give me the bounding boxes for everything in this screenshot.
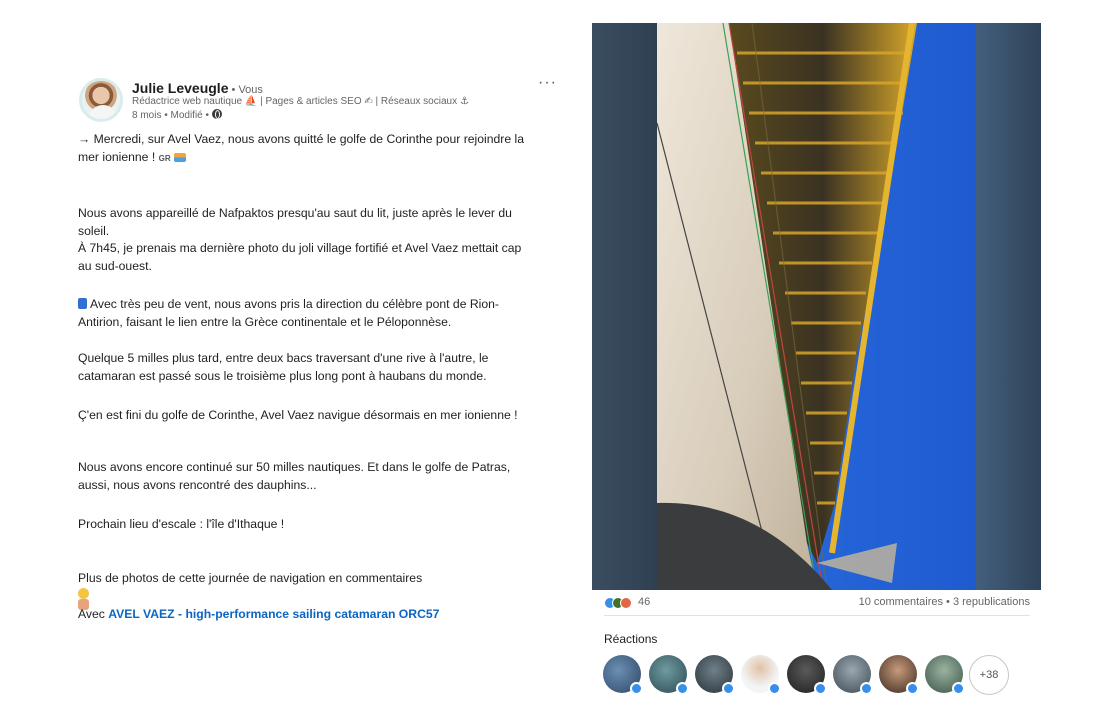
author-name[interactable]: Julie Leveugle: [132, 80, 228, 96]
reaction-count[interactable]: 46: [638, 596, 650, 608]
paragraph-8: Plus de photos de cette journée de navig…: [78, 570, 556, 610]
image-blur-left: [592, 23, 657, 590]
like-badge-icon: [676, 682, 689, 695]
reactor-avatar[interactable]: [741, 655, 781, 695]
bridge-photo: [657, 23, 976, 590]
reactions-title: Réactions: [604, 632, 658, 646]
divider: [604, 615, 1030, 616]
paragraph-line: catamaran est passé sous le troisième pl…: [78, 368, 487, 383]
globe-icon: [211, 109, 222, 119]
paragraph-4: Quelque 5 milles plus tard, entre deux b…: [78, 350, 556, 385]
paragraph-line: Quelque 5 milles plus tard, entre deux b…: [78, 351, 489, 365]
paragraph-line: Avec très peu de vent, nous avons pris l…: [78, 296, 556, 314]
more-icon[interactable]: ···: [538, 74, 557, 92]
reactor-avatar[interactable]: [695, 655, 735, 695]
reactor-avatar[interactable]: [603, 655, 643, 695]
paragraph-line: mer ionienne ! GR: [78, 149, 556, 168]
author-headline: Rédactrice web nautique ⛵ | Pages & arti…: [132, 96, 469, 107]
paragraph-line: Nous avons appareillé de Nafpaktos presq…: [78, 206, 512, 220]
reactor-avatar[interactable]: [833, 655, 873, 695]
reaction-icons[interactable]: [604, 597, 638, 609]
paragraph-7: Prochain lieu d'escale : l'île d'Ithaque…: [78, 516, 556, 534]
author-avatar[interactable]: [79, 78, 123, 122]
paragraph-text: mer ionienne !: [78, 149, 156, 164]
more-reactors-button[interactable]: +38: [969, 655, 1009, 695]
paragraph-5: Ç'en est fini du golfe de Corinthe, Avel…: [78, 407, 556, 425]
bridge-illustration: [657, 23, 976, 590]
paragraph-text: Avec: [78, 607, 109, 621]
like-badge-icon: [768, 682, 781, 695]
sailboat-icon: [174, 152, 187, 162]
paragraph-line: aussi, nous avons rencontré des dauphins…: [78, 477, 317, 492]
like-badge-icon: [814, 682, 827, 695]
like-badge-icon: [722, 682, 735, 695]
paragraph-line: Antirion, faisant le lien entre la Grèce…: [78, 314, 452, 329]
flag-icon: [78, 298, 87, 309]
like-badge-icon: [630, 682, 643, 695]
paragraph-3: Avec très peu de vent, nous avons pris l…: [78, 296, 556, 331]
post: Julie Leveugle • Vous Rédactrice web nau…: [78, 74, 558, 621]
company-mention-link[interactable]: AVEL VAEZ - high-performance sailing cat…: [108, 607, 439, 621]
post-image[interactable]: [592, 23, 1041, 590]
reactor-avatar[interactable]: [649, 655, 689, 695]
like-badge-icon: [860, 682, 873, 695]
reactor-avatar[interactable]: [787, 655, 827, 695]
author-badge: • Vous: [228, 84, 263, 96]
paragraph-line: → Mercredi, sur Avel Vaez, nous avons qu…: [78, 132, 524, 146]
like-badge-icon: [906, 682, 919, 695]
post-header: Julie Leveugle • Vous Rédactrice web nau…: [78, 74, 558, 126]
paragraph-line: Plus de photos de cette journée de navig…: [78, 570, 556, 610]
image-blur-right: [976, 23, 1041, 590]
paragraph-line: À 7h45, je prenais ma dernière photo du …: [78, 241, 522, 255]
reactor-avatar[interactable]: [925, 655, 965, 695]
paragraph-line: Prochain lieu d'escale : l'île d'Ithaque…: [78, 517, 285, 531]
paragraph-line: soleil.: [78, 223, 110, 238]
paragraph-2: Nous avons appareillé de Nafpaktos presq…: [78, 205, 556, 275]
paragraph-line: Avec AVEL VAEZ - high-performance sailin…: [78, 606, 556, 624]
like-badge-icon: [952, 682, 965, 695]
support-reaction-icon: [620, 597, 632, 609]
paragraph-1: → Mercredi, sur Avel Vaez, nous avons qu…: [78, 131, 556, 167]
flag-tag: GR: [158, 153, 171, 163]
smile-icon: [78, 587, 89, 599]
social-counts: 46 10 commentaires • 3 republications: [604, 596, 1030, 612]
paragraph-line: Nous avons encore continué sur 50 milles…: [78, 460, 511, 474]
comments-reposts-count[interactable]: 10 commentaires • 3 republications: [859, 596, 1030, 608]
reactors-list: +38: [603, 655, 1023, 697]
paragraph-text: Plus de photos de cette journée de navig…: [78, 571, 423, 585]
post-meta-text: 8 mois • Modifié •: [132, 110, 210, 121]
paragraph-9: Avec AVEL VAEZ - high-performance sailin…: [78, 606, 556, 624]
paragraph-line: Ç'en est fini du golfe de Corinthe, Avel…: [78, 408, 518, 422]
reactor-avatar[interactable]: [879, 655, 919, 695]
paragraph-line: au sud-ouest.: [78, 258, 152, 273]
paragraph-text: Avec très peu de vent, nous avons pris l…: [90, 297, 499, 311]
post-meta: 8 mois • Modifié •: [132, 109, 222, 121]
paragraph-6: Nous avons encore continué sur 50 milles…: [78, 459, 556, 494]
